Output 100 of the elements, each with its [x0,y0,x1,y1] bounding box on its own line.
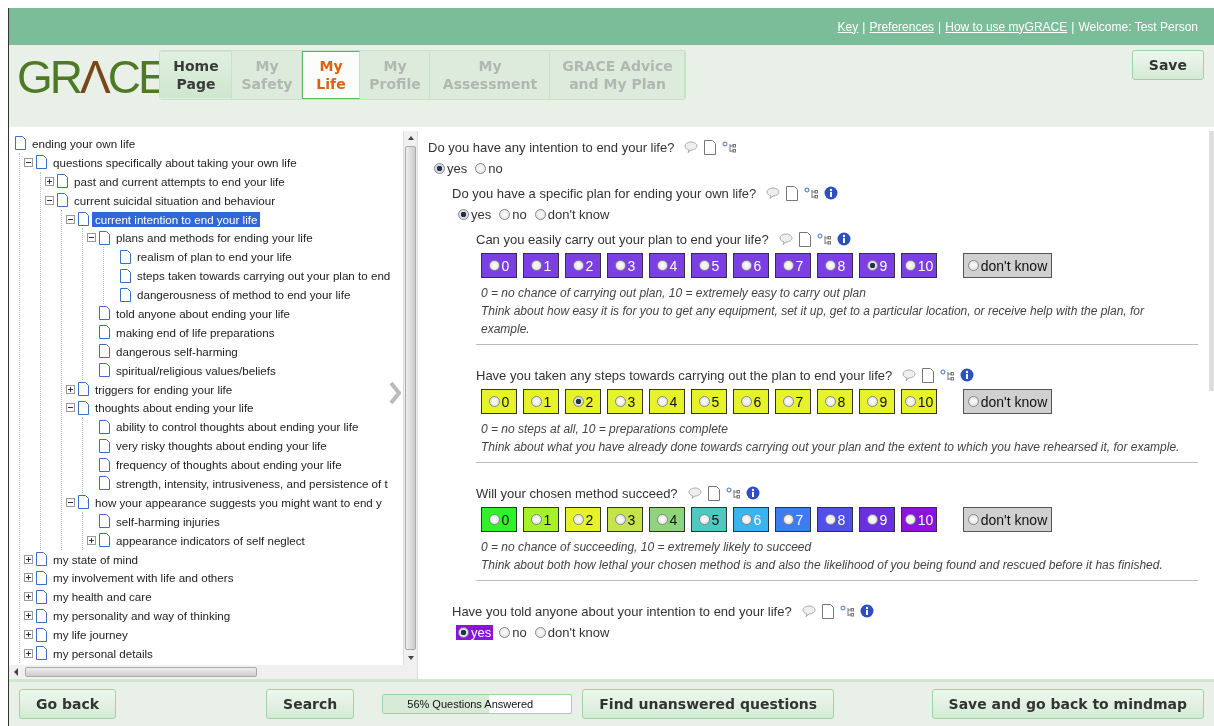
scale-option[interactable]: 2 [565,389,601,414]
tree-item[interactable]: my life journey [50,627,131,643]
radio-button[interactable] [499,208,511,220]
horizontal-scrollbar[interactable] [9,665,417,679]
info-icon[interactable] [859,604,874,618]
radio-button[interactable] [534,208,546,220]
radio-button[interactable] [824,396,836,407]
answer-option[interactable]: no [497,624,529,640]
radio-button[interactable] [740,514,752,525]
tree-item[interactable]: triggers for ending your life [92,381,236,397]
answer-option[interactable]: yes [456,624,494,640]
arrow-down-icon[interactable] [406,654,415,662]
info-icon[interactable] [836,232,851,246]
scale-option[interactable]: 3 [607,253,643,278]
expand-toggle[interactable] [23,573,33,583]
radio-button[interactable] [866,260,878,271]
tree-item[interactable]: frequency of thoughts about ending your life [113,457,345,473]
tree-item[interactable]: my personality and way of thinking [50,608,234,624]
document-icon[interactable] [821,603,834,619]
tree-item[interactable]: strength, intensity, intrusiveness, and persistence of t [113,475,391,491]
radio-button[interactable] [475,162,487,174]
scale-option[interactable]: 5 [691,389,727,414]
expand-toggle[interactable] [23,554,33,564]
scale-option[interactable]: 6 [733,389,769,414]
tree-item[interactable]: current suicidal situation and behaviour [71,192,279,208]
tree-item[interactable]: current intention to end your life [92,211,261,227]
tree-item[interactable]: plans and methods for ending your life [113,230,316,246]
expand-toggle[interactable] [44,176,54,186]
radio-button[interactable] [967,514,979,525]
radio-button[interactable] [967,260,979,271]
scale-option[interactable]: 8 [817,507,853,532]
tree-item[interactable]: ability to control thoughts about ending your life [113,419,362,435]
nav-tab[interactable]: Home Page [160,51,232,99]
radio-button[interactable] [698,260,710,271]
radio-button[interactable] [614,260,626,271]
expand-toggle[interactable] [23,611,33,621]
radio-button[interactable] [434,162,445,174]
radio-button[interactable] [656,514,668,525]
radio-button[interactable] [530,396,542,407]
save-button[interactable]: Save [1131,50,1204,80]
scale-option[interactable]: 4 [649,507,685,532]
expand-toggle[interactable] [23,630,33,640]
scale-option[interactable]: 7 [775,507,811,532]
scale-option[interactable]: 7 [775,253,811,278]
dont-know-option[interactable]: don't know [963,253,1052,278]
tree-item[interactable]: my state of mind [50,551,142,567]
collapse-toggle[interactable] [65,497,75,507]
radio-button[interactable] [530,514,542,525]
collapse-toggle[interactable] [65,214,75,224]
radio-button[interactable] [572,514,584,525]
radio-button[interactable] [782,260,794,271]
scale-option[interactable]: 10 [901,507,937,532]
scale-option[interactable]: 8 [817,253,853,278]
scale-option[interactable]: 3 [607,507,643,532]
radio-button[interactable] [530,260,542,271]
tree-item[interactable]: steps taken towards carrying out your plan to end [134,268,394,284]
find-unanswered-button[interactable]: Find unanswered questions [582,689,835,719]
radio-button[interactable] [824,514,836,525]
collapse-toggle[interactable] [65,403,75,413]
radio-button[interactable] [499,626,511,638]
scale-option[interactable]: 8 [817,389,853,414]
expand-toggle[interactable] [23,649,33,658]
radio-button[interactable] [866,514,878,525]
radio-button[interactable] [698,514,710,525]
radio-button[interactable] [904,514,916,525]
scale-option[interactable]: 2 [565,253,601,278]
scale-option[interactable]: 10 [901,389,937,414]
radio-button[interactable] [866,396,878,407]
radio-button[interactable] [740,396,752,407]
expand-toggle[interactable] [65,384,75,394]
radio-button[interactable] [488,396,500,407]
scale-option[interactable]: 6 [733,253,769,278]
save-and-back-button[interactable]: Save and go back to mindmap [931,689,1204,719]
tree-item[interactable]: questions specifically about taking your own life [50,154,300,170]
scale-option[interactable]: 3 [607,389,643,414]
document-icon[interactable] [707,485,720,501]
scale-option[interactable]: 5 [691,253,727,278]
scrollbar[interactable] [403,131,417,665]
scale-option[interactable]: 0 [481,253,517,278]
document-icon[interactable] [704,139,717,155]
info-icon[interactable] [745,486,760,500]
go-back-button[interactable]: Go back [19,689,117,719]
collapse-toggle[interactable] [86,233,96,243]
tree-item[interactable]: spiritual/religious values/beliefs [113,362,279,378]
tree-item[interactable]: how your appearance suggests you might want to end y [92,494,385,510]
radio-button[interactable] [572,260,584,271]
hierarchy-icon[interactable] [722,140,737,154]
scale-option[interactable]: 5 [691,507,727,532]
radio-button[interactable] [488,260,500,271]
info-icon[interactable] [960,368,975,382]
hierarchy-icon[interactable] [804,186,819,200]
hierarchy-icon[interactable] [725,486,740,500]
tree-item[interactable]: appearance indicators of self neglect [113,532,308,548]
tree-item[interactable]: realism of plan to end your life [134,249,295,265]
tree-item[interactable]: my involvement with life and others [50,570,237,586]
info-icon[interactable] [824,186,839,200]
tree-item[interactable]: self-harming injuries [113,513,223,529]
radio-button[interactable] [458,208,469,220]
document-icon[interactable] [922,367,935,383]
scale-option[interactable]: 4 [649,253,685,278]
